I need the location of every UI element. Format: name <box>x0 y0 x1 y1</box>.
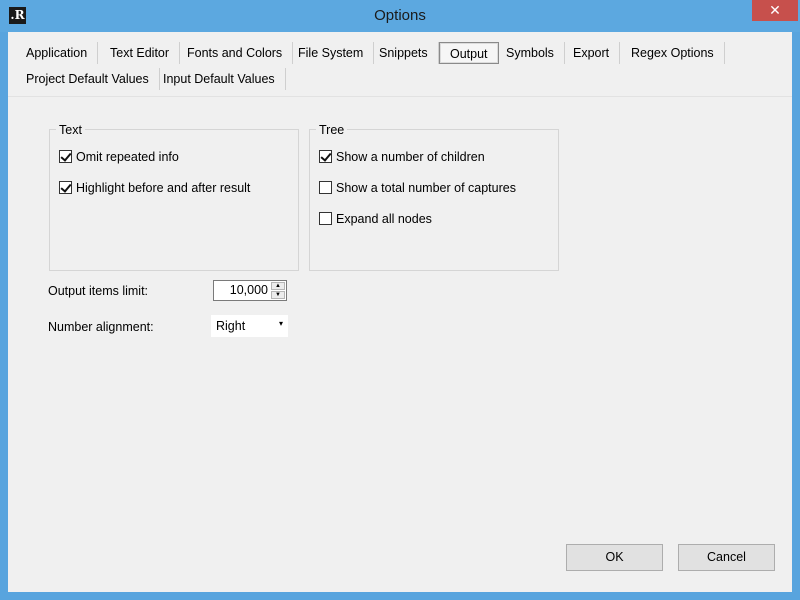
number-alignment-dropdown[interactable]: Right ▾ <box>211 315 288 337</box>
chevron-down-icon[interactable]: ▾ <box>279 319 283 328</box>
tab-output[interactable]: Output <box>439 42 499 64</box>
output-limit-spinner[interactable]: 10,000 ▲ ▼ <box>213 280 287 301</box>
output-limit-value[interactable]: 10,000 <box>230 283 268 297</box>
spin-up-icon[interactable]: ▲ <box>271 282 285 290</box>
tab-application[interactable]: Application <box>16 42 99 64</box>
omit-repeated-info-option[interactable]: Omit repeated info <box>59 149 179 165</box>
tab-input-default-values[interactable]: Input Default Values <box>153 68 286 90</box>
tab-export[interactable]: Export <box>563 42 621 64</box>
number-alignment-value: Right <box>216 319 246 333</box>
ok-button[interactable]: OK <box>566 544 663 571</box>
show-captures-count-option[interactable]: Show a total number of captures <box>319 180 516 196</box>
expand-all-nodes-option[interactable]: Expand all nodes <box>319 211 432 227</box>
omit-repeated-info-label: Omit repeated info <box>76 150 179 164</box>
show-captures-count-checkbox[interactable] <box>319 181 332 194</box>
output-limit-label: Output items limit: <box>48 284 149 298</box>
tab-text-editor[interactable]: Text Editor <box>100 42 181 64</box>
highlight-result-checkbox[interactable] <box>59 181 72 194</box>
dialog-body: Application Text Editor Fonts and Colors… <box>8 32 792 592</box>
window-title: Options <box>374 7 426 24</box>
number-alignment-label: Number alignment: <box>48 320 154 334</box>
highlight-result-label: Highlight before and after result <box>76 181 251 195</box>
tab-symbols[interactable]: Symbols <box>496 42 565 64</box>
tab-fonts-and-colors[interactable]: Fonts and Colors <box>177 42 294 64</box>
options-window: .R Options ✕ Application Text Editor Fon… <box>0 0 800 600</box>
expand-all-nodes-checkbox[interactable] <box>319 212 332 225</box>
spin-down-icon[interactable]: ▼ <box>271 291 285 299</box>
tab-snippets[interactable]: Snippets <box>369 42 439 64</box>
expand-all-nodes-label: Expand all nodes <box>336 212 432 226</box>
tab-divider <box>8 96 792 97</box>
text-group-title: Text <box>56 123 85 137</box>
show-captures-count-label: Show a total number of captures <box>336 181 516 195</box>
spinner-buttons: ▲ ▼ <box>271 282 285 299</box>
tree-group: Tree Show a number of children Show a to… <box>309 123 559 271</box>
close-button[interactable]: ✕ <box>752 0 798 21</box>
tree-group-title: Tree <box>316 123 348 137</box>
cancel-button[interactable]: Cancel <box>678 544 775 571</box>
show-children-count-label: Show a number of children <box>336 150 485 164</box>
text-group: Text Omit repeated info Highlight before… <box>49 123 299 271</box>
show-children-count-option[interactable]: Show a number of children <box>319 149 485 165</box>
tab-project-default-values[interactable]: Project Default Values <box>16 68 160 90</box>
title-bar[interactable]: .R Options ✕ <box>0 0 800 32</box>
omit-repeated-info-checkbox[interactable] <box>59 150 72 163</box>
tab-file-system[interactable]: File System <box>288 42 375 64</box>
tab-regex-options[interactable]: Regex Options <box>621 42 725 64</box>
show-children-count-checkbox[interactable] <box>319 150 332 163</box>
highlight-result-option[interactable]: Highlight before and after result <box>59 180 250 196</box>
